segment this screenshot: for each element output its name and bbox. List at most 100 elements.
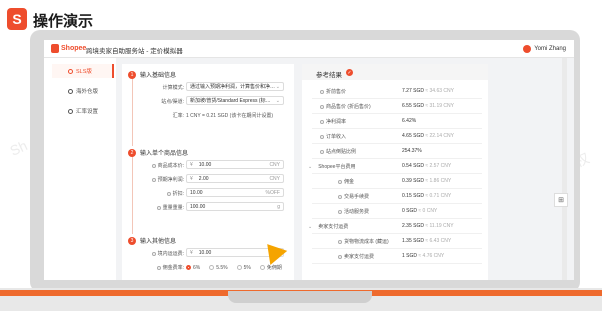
commission-option[interactable]: 5% bbox=[236, 264, 251, 271]
channel-select[interactable]: 新加坡/普货/Standard Express (标… ⌄ bbox=[186, 96, 284, 105]
step-number: 1 bbox=[128, 70, 136, 79]
result-row: 佣金 0.39 SGD ≈ 1.86 CNY bbox=[302, 176, 488, 186]
watermark: Sh bbox=[7, 137, 30, 159]
result-panel: 参考结果 ✓ 折前售价 7.27 SGD ≈ 34.63 CNY 商品售价 (折后售… bbox=[302, 64, 488, 280]
section-product-info: 2 输入单个商品信息 bbox=[128, 148, 188, 157]
sidebar-item-label: SLS版 bbox=[76, 69, 92, 75]
help-icon bbox=[151, 163, 156, 168]
result-value: 6.42% bbox=[402, 118, 417, 124]
currency-prefix: ¥ bbox=[190, 175, 193, 182]
help-icon bbox=[156, 205, 161, 210]
help-icon bbox=[338, 209, 342, 214]
help-icon bbox=[151, 251, 156, 256]
radio-dot bbox=[209, 265, 215, 270]
result-label: ⌄ 卖家支付运费 bbox=[308, 223, 349, 231]
app-title: 跨境卖家自助服务站 - 定价模拟器 bbox=[86, 48, 183, 55]
shopee-brand[interactable]: Shopee bbox=[51, 44, 86, 53]
step-number: 2 bbox=[128, 148, 136, 157]
divider bbox=[312, 98, 482, 99]
toolbox-icon[interactable]: ⊞ bbox=[554, 193, 568, 207]
result-row: 卖家支付运费 1 SGD ≈ 4.76 CNY bbox=[302, 251, 488, 261]
user-name: Yomi Zhang bbox=[534, 46, 566, 52]
profit-input[interactable]: ¥ 2.00 CNY bbox=[186, 174, 284, 183]
sidebar-item-warehouse[interactable]: 海外仓版 bbox=[52, 84, 114, 98]
result-label: 货物物流成本 (藏运) bbox=[338, 238, 389, 245]
currency-prefix: ¥ bbox=[190, 249, 193, 256]
slide-title: 操作演示 bbox=[33, 12, 94, 30]
divider bbox=[312, 173, 482, 174]
brand-label: Shopee bbox=[61, 45, 87, 52]
sidebar-item-exchange-rate[interactable]: 汇率设置 bbox=[52, 104, 114, 118]
profit-row: 预期净利润: ¥ 2.00 CNY bbox=[122, 174, 294, 184]
commission-option[interactable]: 免佣期 bbox=[259, 264, 282, 271]
result-value: 1.35 SGD ≈ 6.43 CNY bbox=[402, 238, 452, 244]
result-label: 佣金 bbox=[338, 178, 354, 185]
result-row: 净利润率 6.42% bbox=[302, 116, 488, 126]
result-row: 商品售价 (折后售价) 6.55 SGD ≈ 31.19 CNY bbox=[302, 101, 488, 111]
divider bbox=[312, 143, 482, 144]
laptop-notch bbox=[228, 291, 372, 303]
exchange-rate-value: 1 CNY = 0.21 SGD (该卡在期间计设置) bbox=[186, 113, 274, 119]
discount-input[interactable]: 10.00 %OFF bbox=[186, 188, 284, 197]
exchange-rate-row: 汇率: 1 CNY = 0.21 SGD (该卡在期间计设置) bbox=[122, 110, 294, 120]
result-row: 折前售价 7.27 SGD ≈ 34.63 CNY bbox=[302, 86, 488, 96]
weight-row: 重量重量: 100.00 g bbox=[122, 202, 294, 212]
result-label: 活动服务费 bbox=[338, 208, 369, 215]
weight-input[interactable]: 100.00 g bbox=[186, 202, 284, 211]
chevron-down-icon[interactable]: ⌄ bbox=[308, 164, 312, 170]
help-icon bbox=[338, 194, 342, 199]
result-row: 订单收入 4.65 SGD ≈ 22.14 CNY bbox=[302, 131, 488, 141]
select-value: 通过输入预期净利润，计算售价和净… bbox=[190, 84, 276, 90]
sls-icon bbox=[68, 68, 73, 74]
result-label: 折前售价 bbox=[320, 88, 346, 95]
result-title: 参考结果 bbox=[316, 72, 342, 79]
result-header: 参考结果 ✓ bbox=[302, 64, 488, 80]
divider bbox=[312, 263, 482, 264]
help-icon bbox=[151, 177, 156, 182]
commission-option[interactable]: 5.5% bbox=[209, 264, 228, 271]
result-value: 7.27 SGD ≈ 34.63 CNY bbox=[402, 88, 454, 94]
chevron-down-icon[interactable]: ⌄ bbox=[308, 224, 312, 230]
result-row: ⌄ 卖家支付运费 2.35 SGD ≈ 11.19 CNY bbox=[302, 221, 488, 231]
sidebar-item-label: 海外仓版 bbox=[76, 89, 99, 95]
field-label: 商品成本价: bbox=[151, 162, 184, 169]
warehouse-icon bbox=[68, 88, 73, 94]
result-value: 4.65 SGD ≈ 22.14 CNY bbox=[402, 133, 454, 139]
calc-mode-row: 计算模式: 通过输入预期净利润，计算售价和净… ⌄ bbox=[122, 82, 294, 92]
help-icon bbox=[320, 149, 324, 154]
section-title: 输入单个商品信息 bbox=[140, 151, 189, 157]
divider bbox=[312, 203, 482, 204]
scrollbar[interactable] bbox=[562, 58, 567, 280]
discount-row: 折扣: 10.00 %OFF bbox=[122, 188, 294, 198]
cost-input[interactable]: ¥ 10.00 CNY bbox=[186, 160, 284, 169]
app-topbar: Shopee 跨境卖家自助服务站 - 定价模拟器 Yomi Zhang bbox=[44, 40, 574, 58]
result-row: 站点倒贴比例 254.37% bbox=[302, 146, 488, 156]
unit-suffix: %OFF bbox=[265, 189, 280, 196]
result-value: 2.35 SGD ≈ 11.19 CNY bbox=[402, 223, 454, 229]
commission-radio-group: 6% 5.5% 5% 免佣期 bbox=[186, 264, 291, 271]
shopee-bag-icon bbox=[51, 44, 59, 53]
calc-mode-select[interactable]: 通过输入预期净利润，计算售价和净… ⌄ bbox=[186, 82, 284, 91]
sidebar-item-label: 汇率设置 bbox=[76, 109, 99, 115]
section-other-info: 3 输入其他信息 bbox=[128, 236, 176, 245]
radio-dot bbox=[259, 265, 265, 270]
step-number: 3 bbox=[128, 236, 136, 245]
field-label: 重量重量: bbox=[156, 204, 184, 211]
result-label: 商品售价 (折后售价) bbox=[320, 103, 371, 110]
divider bbox=[312, 248, 482, 249]
result-value: 6.55 SGD ≈ 31.19 CNY bbox=[402, 103, 454, 109]
user-menu[interactable]: Yomi Zhang bbox=[523, 45, 566, 53]
divider bbox=[312, 218, 482, 219]
commission-option[interactable]: 6% bbox=[186, 264, 200, 271]
result-label: 卖家支付运费 bbox=[338, 253, 374, 260]
result-value: 0.39 SGD ≈ 1.86 CNY bbox=[402, 178, 452, 184]
help-icon bbox=[320, 89, 324, 94]
divider bbox=[312, 233, 482, 234]
currency-suffix: CNY bbox=[269, 175, 280, 182]
result-row: ⌄ Shopee平台费用 0.54 SGD ≈ 2.57 CNY bbox=[302, 161, 488, 171]
chevron-down-icon: ⌄ bbox=[275, 83, 280, 90]
section-title: 输入其他信息 bbox=[140, 239, 177, 245]
sidebar-item-sls[interactable]: SLS版 bbox=[52, 64, 114, 78]
result-label: 订单收入 bbox=[320, 133, 346, 140]
result-value: 254.37% bbox=[402, 148, 422, 154]
